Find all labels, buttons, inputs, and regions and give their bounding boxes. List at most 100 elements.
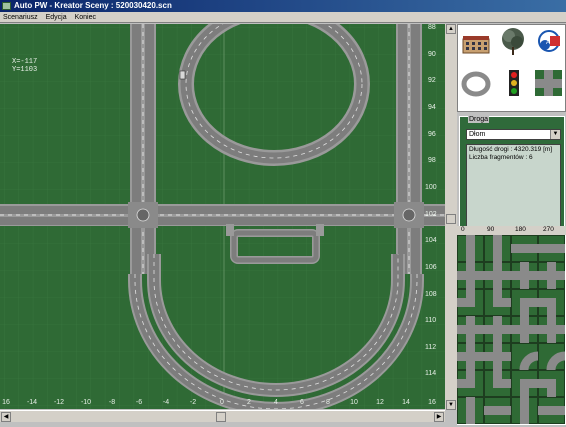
- y-tick: 90: [428, 51, 436, 58]
- road-tile[interactable]: [538, 235, 565, 262]
- x-tick: 0: [220, 399, 224, 406]
- y-tick: 108: [425, 291, 437, 298]
- object-palette: A: [457, 24, 566, 112]
- horizontal-scroll-thumb[interactable]: [216, 412, 226, 422]
- title-bar: Auto PW - Kreator Sceny : 520030420.scn: [0, 0, 566, 12]
- road-tile[interactable]: [538, 370, 565, 398]
- x-tick: 12: [376, 399, 384, 406]
- y-tick: 98: [428, 157, 436, 164]
- road-groupbox: Droga Dłom ▼ Długość drogi : 4320.319 [m…: [459, 116, 565, 240]
- road-tile[interactable]: [538, 397, 565, 424]
- vertical-road-right: [396, 24, 422, 274]
- x-tick: 16: [428, 399, 436, 406]
- crossing-icon[interactable]: [534, 69, 564, 97]
- y-tick: 94: [428, 104, 436, 111]
- scene-canvas[interactable]: 88 90 92 94 96 98 100 102 104 106 108 11…: [0, 2, 445, 416]
- app-icon: [2, 2, 11, 10]
- road-tile-palette[interactable]: [457, 235, 566, 425]
- horizontal-road: [0, 204, 445, 226]
- road-tile[interactable]: [457, 370, 484, 397]
- tile-angle-header: 0 90 180 270: [457, 226, 566, 235]
- y-tick: 102: [425, 211, 437, 218]
- y-tick: 110: [425, 317, 436, 324]
- road-tile[interactable]: [484, 289, 512, 316]
- road-tile[interactable]: [484, 262, 511, 289]
- road-tile[interactable]: [511, 397, 538, 424]
- vehicle-marker[interactable]: [179, 70, 186, 80]
- road-tile[interactable]: [511, 262, 538, 289]
- road-tile[interactable]: [484, 397, 511, 424]
- road-tile[interactable]: [457, 235, 484, 262]
- scroll-right-arrow[interactable]: ▶: [434, 412, 444, 422]
- road-tile[interactable]: [511, 343, 539, 371]
- x-tick: 2: [247, 399, 251, 406]
- road-tile[interactable]: [511, 370, 539, 398]
- x-tick: -12: [54, 399, 64, 406]
- scene-svg[interactable]: 88 90 92 94 96 98 100 102 104 106 108 11…: [0, 2, 445, 416]
- intersection-right: [394, 202, 424, 228]
- road-tile[interactable]: [511, 235, 538, 262]
- svg-text:A: A: [546, 40, 550, 46]
- menu-bar: Scenariusz Edycja Koniec: [0, 12, 566, 23]
- road-type-select[interactable]: Dłom ▼: [466, 129, 561, 140]
- road-tile[interactable]: [538, 316, 565, 343]
- vertical-road-left: [130, 24, 156, 274]
- road-length-label: Długość drogi : 4320.319 [m]: [469, 146, 553, 153]
- y-tick: 104: [425, 237, 437, 244]
- road-group-legend: Droga: [468, 116, 490, 123]
- tile-grid[interactable]: [457, 235, 566, 425]
- horizontal-scrollbar[interactable]: ◀ ▶: [0, 410, 445, 422]
- road-tile[interactable]: [511, 316, 538, 343]
- road-tile[interactable]: [457, 262, 484, 289]
- road-tile[interactable]: [457, 316, 484, 343]
- road-tile[interactable]: [484, 370, 512, 397]
- angle-180: 180: [515, 226, 526, 233]
- scroll-down-arrow[interactable]: ▼: [446, 400, 456, 410]
- x-tick: 14: [402, 399, 410, 406]
- coordinate-readout: X=-117 Y=1103: [12, 58, 37, 74]
- app-window: Auto PW - Kreator Sceny : 520030420.scn …: [0, 0, 566, 425]
- x-tick: 16: [2, 399, 10, 406]
- road-tile[interactable]: [484, 343, 511, 370]
- road-tile[interactable]: [538, 289, 565, 317]
- road-tile[interactable]: [511, 289, 539, 317]
- road-info-box: Długość drogi : 4320.319 [m] Liczba frag…: [466, 144, 561, 236]
- y-tick: 114: [425, 370, 436, 377]
- x-tick: -4: [163, 399, 169, 406]
- menu-scenariusz[interactable]: Scenariusz: [0, 12, 41, 23]
- menu-edycja[interactable]: Edycja: [43, 12, 70, 23]
- coord-x: X=-117: [12, 58, 38, 66]
- signs-icon[interactable]: A: [534, 29, 564, 57]
- scroll-up-arrow[interactable]: ▲: [446, 24, 456, 34]
- y-tick: 100: [425, 184, 437, 191]
- y-tick: 96: [428, 131, 436, 138]
- road-tile[interactable]: [457, 343, 484, 370]
- road-tile[interactable]: [538, 262, 565, 289]
- road-tile[interactable]: [538, 343, 566, 371]
- x-tick: -6: [136, 399, 142, 406]
- road-tile[interactable]: [457, 397, 484, 424]
- road-tile[interactable]: [484, 235, 511, 262]
- road-tile[interactable]: [457, 289, 484, 316]
- traffic-light-icon[interactable]: [504, 69, 534, 97]
- x-tick: -14: [27, 399, 37, 406]
- x-tick: 4: [274, 399, 278, 406]
- chevron-down-icon[interactable]: ▼: [550, 130, 560, 139]
- y-tick: 106: [425, 264, 437, 271]
- scroll-left-arrow[interactable]: ◀: [1, 412, 11, 422]
- x-tick: 8: [326, 399, 330, 406]
- road-tile[interactable]: [484, 316, 511, 343]
- building-icon[interactable]: [461, 31, 491, 59]
- x-tick: -10: [81, 399, 91, 406]
- vertical-scrollbar[interactable]: ▲ ▼: [445, 24, 457, 410]
- coord-y: Y=1103: [12, 66, 38, 74]
- menu-koniec[interactable]: Koniec: [72, 12, 99, 23]
- x-tick: 10: [350, 399, 358, 406]
- x-tick: -2: [190, 399, 196, 406]
- intersection-left: [128, 202, 158, 228]
- vertical-scroll-thumb[interactable]: [446, 214, 456, 224]
- tree-icon[interactable]: [498, 27, 528, 55]
- y-tick: 112: [425, 344, 436, 351]
- angle-270: 270: [543, 226, 554, 233]
- oval-road-icon[interactable]: [461, 69, 491, 97]
